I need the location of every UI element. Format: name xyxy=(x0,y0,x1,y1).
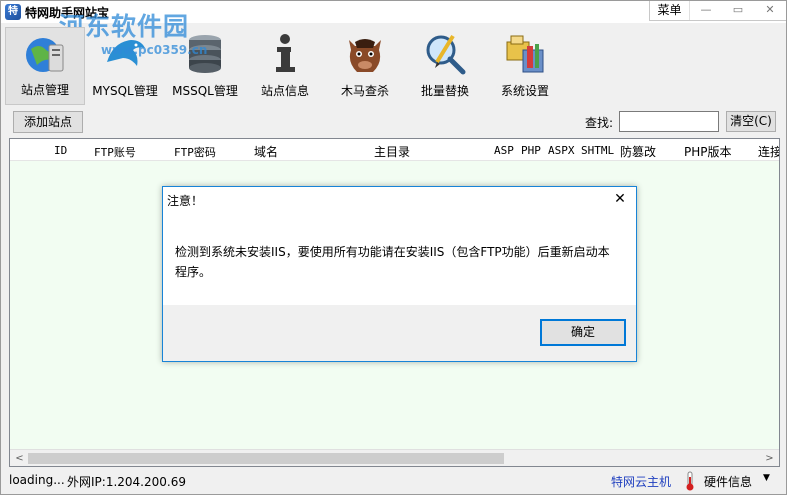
thermometer-icon xyxy=(686,471,694,491)
dialog-title: 注意！ xyxy=(167,194,204,208)
search-label: 查找: xyxy=(585,116,614,130)
ok-button[interactable]: 确定 xyxy=(540,319,626,346)
tool-label: 木马查杀 xyxy=(340,84,389,98)
col-id[interactable]: ID xyxy=(54,144,67,157)
search-input[interactable] xyxy=(619,111,719,132)
tool-mysql-manage[interactable]: MYSQL管理 xyxy=(85,27,165,105)
col-php-version[interactable]: PHP版本 xyxy=(684,143,732,160)
clear-button[interactable]: 清空(C) xyxy=(726,111,776,132)
scroll-left-icon[interactable]: < xyxy=(11,451,28,466)
scroll-right-icon[interactable]: > xyxy=(761,451,778,466)
dialog-footer: 确定 xyxy=(163,305,636,361)
horse-head-icon xyxy=(343,32,387,76)
tool-label: 批量替换 xyxy=(420,84,469,98)
main-toolbar: 站点管理 MYSQL管理 MSSQL管理 站点信息 木马查杀 批量替换 系统设置 xyxy=(5,27,565,105)
col-tamper-proof[interactable]: 防篡改 xyxy=(620,143,656,160)
col-aspx[interactable]: ASPX xyxy=(548,144,575,157)
tool-site-manage[interactable]: 站点管理 xyxy=(5,27,85,105)
toolbox-icon xyxy=(503,32,547,76)
add-site-button[interactable]: 添加站点 xyxy=(13,111,83,133)
tool-system-settings[interactable]: 系统设置 xyxy=(485,27,565,105)
dialog-message: 检测到系统未安装IIS，要使用所有功能请在安装IIS（包含FTP功能）后重新启动… xyxy=(175,245,610,279)
scroll-thumb[interactable] xyxy=(28,453,504,464)
minimize-icon[interactable]: — xyxy=(690,1,722,20)
title-bar: 特 特网助手网站宝 河东软件园 菜单 — ▭ ✕ xyxy=(1,1,786,41)
globe-server-icon xyxy=(23,31,67,75)
tool-label: 站点管理 xyxy=(20,83,69,97)
app-window: 特 特网助手网站宝 河东软件园 菜单 — ▭ ✕ 站点管理 MYSQL管理 MS… xyxy=(0,0,787,495)
alert-dialog: 注意！ ✕ 检测到系统未安装IIS，要使用所有功能请在安装IIS（包含FTP功能… xyxy=(162,186,637,362)
col-php[interactable]: PHP xyxy=(521,144,541,157)
dialog-close-icon[interactable]: ✕ xyxy=(610,189,630,209)
window-controls: 菜单 — ▭ ✕ xyxy=(649,1,786,21)
watermark-url: www.pc0359.cn xyxy=(101,43,208,57)
col-domain[interactable]: 域名 xyxy=(254,143,278,160)
hardware-info-button[interactable]: 硬件信息 xyxy=(704,473,752,490)
col-root-dir[interactable]: 主目录 xyxy=(374,143,410,160)
info-icon xyxy=(263,32,307,76)
menu-button[interactable]: 菜单 xyxy=(650,1,690,20)
status-loading: loading... xyxy=(9,473,65,487)
tool-trojan-scan[interactable]: 木马查杀 xyxy=(325,27,405,105)
col-connect[interactable]: 连接 xyxy=(758,143,779,160)
tool-label: MSSQL管理 xyxy=(172,84,238,98)
tool-site-info[interactable]: 站点信息 xyxy=(245,27,325,105)
magnifier-pencil-icon xyxy=(423,32,467,76)
horizontal-scrollbar[interactable]: < > xyxy=(10,449,779,466)
col-asp[interactable]: ASP xyxy=(494,144,514,157)
status-external-ip: 外网IP:1.204.200.69 xyxy=(67,475,186,489)
maximize-icon[interactable]: ▭ xyxy=(722,1,754,20)
tool-label: MYSQL管理 xyxy=(92,84,158,98)
app-logo-icon: 特 xyxy=(5,4,21,20)
close-icon[interactable]: ✕ xyxy=(754,1,786,20)
tool-batch-replace[interactable]: 批量替换 xyxy=(405,27,485,105)
status-bar: loading... 外网IP:1.204.200.69 特网云主机 硬件信息 … xyxy=(1,470,786,494)
col-ftp-account[interactable]: FTP账号 xyxy=(94,144,136,160)
col-shtml[interactable]: SHTML xyxy=(581,144,614,157)
col-ftp-password[interactable]: FTP密码 xyxy=(174,144,216,160)
cloud-host-link[interactable]: 特网云主机 xyxy=(611,473,671,490)
table-header: ID FTP账号 FTP密码 域名 主目录 ASP PHP ASPX SHTML… xyxy=(10,139,779,161)
chevron-down-icon[interactable]: ▼ xyxy=(763,473,770,483)
tool-mssql-manage[interactable]: MSSQL管理 xyxy=(165,27,245,105)
tool-label: 系统设置 xyxy=(500,84,549,98)
tool-label: 站点信息 xyxy=(260,84,309,98)
